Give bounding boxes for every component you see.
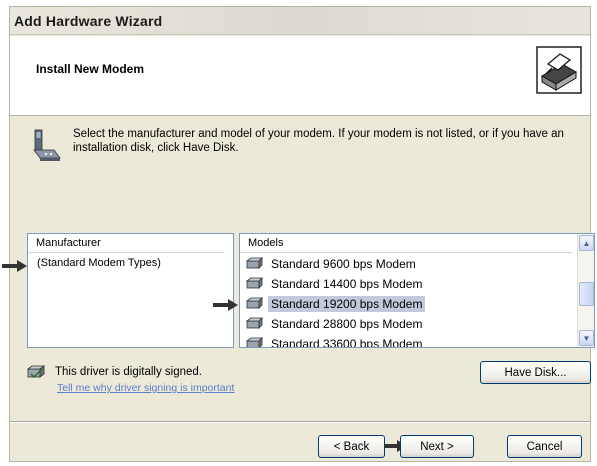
modem-model-icon — [246, 277, 263, 289]
model-label: Standard 9600 bps Modem — [271, 257, 416, 271]
driver-signing-link[interactable]: Tell me why driver signing is important — [57, 382, 234, 394]
model-list-item[interactable]: Standard 33600 bps Modem — [246, 335, 425, 348]
have-disk-button[interactable]: Have Disk... — [480, 361, 591, 384]
next-button[interactable]: Next > — [400, 435, 474, 458]
window-title: Add Hardware Wizard — [14, 13, 163, 29]
modem-model-icon — [246, 297, 263, 309]
models-listbox[interactable]: Models Standard 9600 bps Modem Standard … — [239, 233, 595, 348]
scroll-up-button[interactable]: ▲ — [579, 235, 594, 251]
manufacturer-listbox[interactable]: Manufacturer (Standard Modem Types) — [27, 233, 234, 348]
title-bar[interactable]: Add Hardware Wizard — [10, 7, 590, 35]
manufacturer-column-header[interactable]: Manufacturer — [28, 234, 224, 253]
driver-signed-text: This driver is digitally signed. — [55, 366, 203, 378]
button-separator — [10, 421, 590, 423]
modem-model-icon — [246, 317, 263, 329]
arrow-right-icon — [213, 299, 238, 311]
scroll-down-button[interactable]: ▼ — [579, 330, 594, 346]
model-label: Standard 28800 bps Modem — [271, 317, 423, 331]
wizard-header: Install New Modem — [10, 36, 590, 116]
instruction-text: Select the manufacturer and model of you… — [73, 128, 564, 154]
manufacturer-item[interactable]: (Standard Modem Types) — [37, 257, 161, 269]
model-list-item-selected[interactable]: Standard 19200 bps Modem — [246, 295, 426, 313]
modem-icon — [33, 129, 61, 161]
arrow-right-icon — [2, 260, 27, 272]
cancel-button[interactable]: Cancel — [507, 435, 582, 458]
model-list-item[interactable]: Standard 14400 bps Modem — [246, 275, 425, 293]
model-list-item[interactable]: Standard 28800 bps Modem — [246, 315, 425, 333]
back-button[interactable]: < Back — [318, 435, 385, 458]
wizard-content: Select the manufacturer and model of you… — [2, 117, 595, 423]
modem-model-icon — [246, 257, 263, 269]
models-scrollbar[interactable]: ▲ ▼ — [577, 234, 594, 347]
scroll-thumb[interactable] — [579, 282, 594, 306]
models-column-header[interactable]: Models — [240, 234, 572, 253]
driver-signed-icon — [27, 365, 45, 379]
hardware-wizard-icon — [536, 46, 582, 94]
add-hardware-wizard-window: Add Hardware Wizard Install New Modem Se… — [2, 6, 595, 462]
model-label: Standard 14400 bps Modem — [271, 277, 423, 291]
page-title: Install New Modem — [36, 62, 145, 76]
model-list-item[interactable]: Standard 9600 bps Modem — [246, 255, 419, 273]
model-label: Standard 19200 bps Modem — [268, 296, 426, 312]
modem-model-icon — [246, 337, 263, 347]
model-label: Standard 33600 bps Modem — [271, 337, 423, 348]
